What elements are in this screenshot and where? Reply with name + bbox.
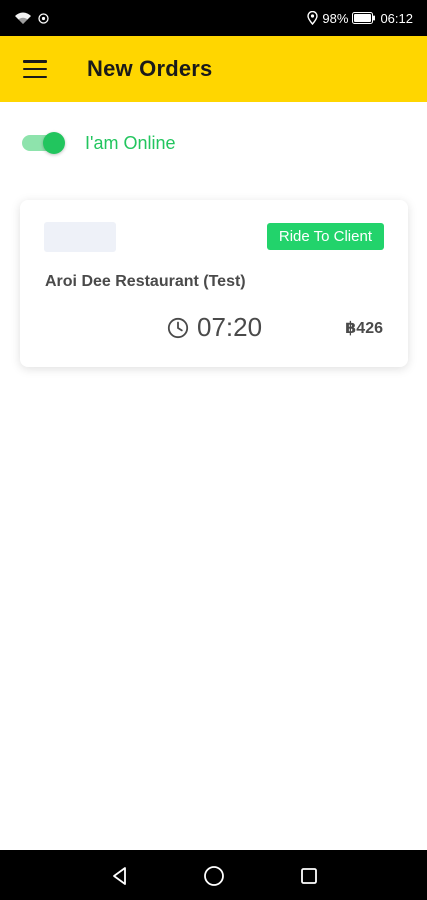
status-time: 06:12 bbox=[380, 10, 413, 26]
menu-line bbox=[23, 75, 47, 78]
battery-percent: 98% bbox=[322, 10, 349, 26]
order-time-group: 07:20 bbox=[167, 312, 262, 343]
status-right: 98% 06:12 bbox=[307, 11, 413, 26]
status-badge: Ride To Client bbox=[266, 223, 384, 250]
order-time: 07:20 bbox=[197, 312, 263, 342]
location-icon bbox=[307, 11, 319, 25]
toggle-thumb bbox=[43, 132, 65, 154]
online-toggle[interactable] bbox=[22, 128, 65, 158]
clock-icon bbox=[167, 317, 189, 339]
page-title: New Orders bbox=[87, 56, 213, 81]
app-bar: New Orders bbox=[0, 36, 427, 102]
menu-line bbox=[23, 60, 47, 63]
back-icon[interactable] bbox=[108, 864, 132, 888]
status-left bbox=[14, 12, 49, 25]
restaurant-name: Aroi Dee Restaurant (Test) bbox=[45, 273, 246, 290]
hotspot-icon bbox=[38, 12, 49, 24]
menu-line bbox=[23, 67, 47, 71]
battery-icon bbox=[352, 12, 376, 24]
home-icon[interactable] bbox=[202, 864, 226, 888]
recents-icon[interactable] bbox=[297, 864, 321, 888]
status-bar: 98% 06:12 bbox=[0, 0, 427, 36]
online-label: I'am Online bbox=[85, 132, 176, 153]
order-id-placeholder bbox=[44, 222, 116, 252]
menu-icon[interactable] bbox=[23, 60, 47, 78]
order-card[interactable]: Ride To Client Aroi Dee Restaurant (Test… bbox=[20, 200, 408, 367]
wifi-icon bbox=[14, 12, 32, 25]
navigation-bar bbox=[0, 850, 427, 900]
online-toggle-row: I'am Online bbox=[22, 128, 175, 158]
order-price: ฿426 bbox=[345, 320, 383, 337]
